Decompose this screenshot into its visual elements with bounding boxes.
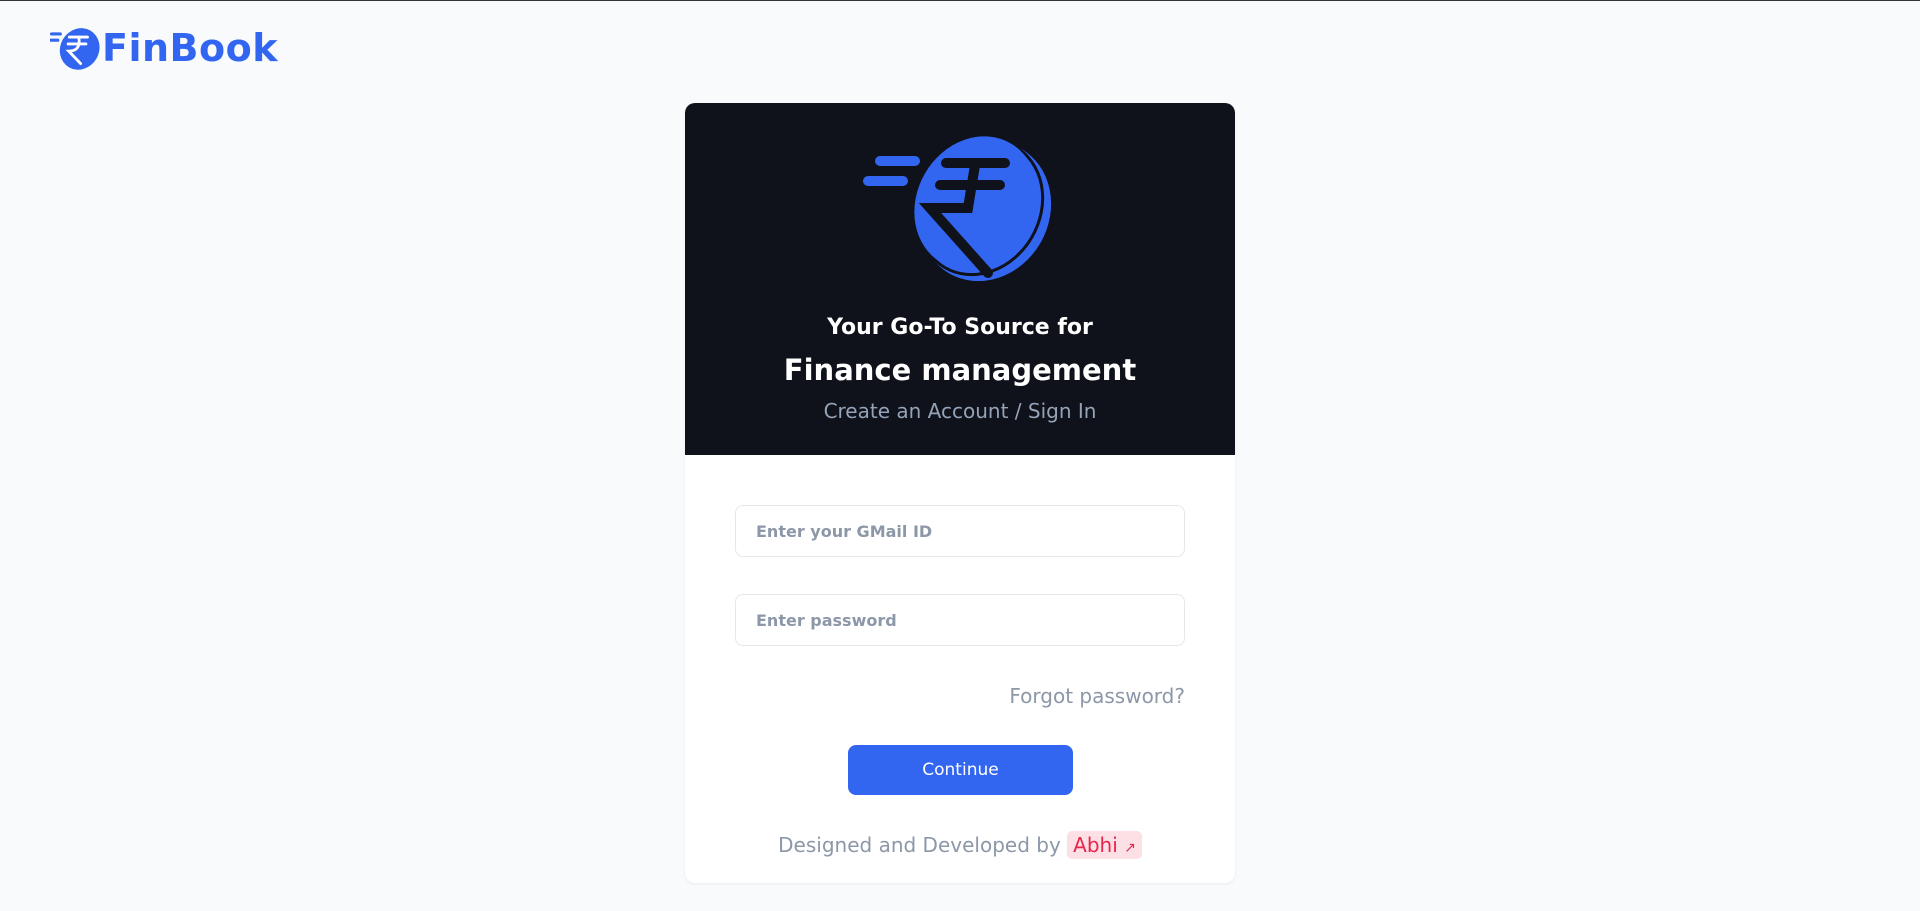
- author-link[interactable]: Abhi ↗: [1067, 831, 1142, 859]
- author-name: Abhi: [1073, 833, 1118, 857]
- continue-button[interactable]: Continue: [848, 745, 1073, 795]
- footer-credit: Designed and Developed by Abhi ↗: [685, 831, 1235, 859]
- email-input[interactable]: [735, 505, 1185, 557]
- hero-title: Finance management: [783, 353, 1137, 387]
- hero-tagline: Your Go-To Source for: [827, 315, 1093, 340]
- footer-text: Designed and Developed by: [778, 833, 1061, 857]
- rupee-coin-icon: [50, 28, 100, 70]
- hero-subtitle: Create an Account / Sign In: [823, 399, 1097, 423]
- password-input[interactable]: [735, 594, 1185, 646]
- hero-banner: Your Go-To Source for Finance management…: [685, 103, 1235, 455]
- forgot-password-link[interactable]: Forgot password?: [1009, 684, 1185, 708]
- external-link-icon: ↗: [1124, 840, 1136, 856]
- rupee-coin-icon: [863, 136, 1052, 281]
- brand-name: FinBook: [102, 26, 278, 70]
- login-card: Your Go-To Source for Finance management…: [685, 103, 1235, 883]
- brand-logo[interactable]: FinBook: [50, 23, 278, 73]
